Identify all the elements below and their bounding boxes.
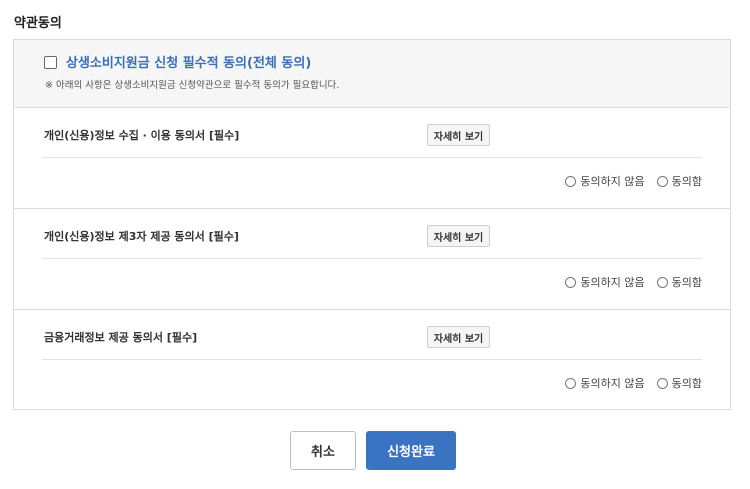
all-agree-label[interactable]: 상생소비지원금 신청 필수적 동의(전체 동의) — [66, 52, 311, 71]
agree-label: 동의함 — [671, 276, 702, 289]
disagree-label: 동의하지 않음 — [580, 175, 645, 188]
radio-circle-icon — [565, 175, 577, 187]
consent-radio-group: 동의하지 않음 동의함 — [565, 173, 702, 189]
term-item-financial: 금융거래정보 제공 동의서 [필수] 자세히 보기 동의하지 않음 동의함 — [14, 309, 730, 410]
section-title: 약관동의 — [14, 16, 62, 31]
disagree-label: 동의하지 않음 — [580, 276, 645, 289]
all-agree-panel: 상생소비지원금 신청 필수적 동의(전체 동의) ※ 아래의 사항은 상생소비지… — [14, 40, 730, 108]
term-title: 금융거래정보 제공 동의서 [필수] — [44, 331, 198, 344]
radio-circle-icon — [656, 276, 668, 288]
submit-button[interactable]: 신청완료 — [366, 431, 456, 470]
agree-label: 동의함 — [671, 175, 702, 188]
agree-label: 동의함 — [671, 377, 702, 390]
disagree-radio[interactable]: 동의하지 않음 — [565, 375, 645, 391]
view-details-button[interactable]: 자세히 보기 — [427, 326, 490, 348]
disagree-radio[interactable]: 동의하지 않음 — [565, 173, 645, 189]
radio-circle-icon — [565, 276, 577, 288]
term-item-collection: 개인(신용)정보 수집 · 이용 동의서 [필수] 자세히 보기 동의하지 않음… — [14, 107, 730, 209]
divider — [42, 157, 702, 158]
radio-circle-icon — [656, 175, 668, 187]
terms-box: 상생소비지원금 신청 필수적 동의(전체 동의) ※ 아래의 사항은 상생소비지… — [13, 39, 731, 410]
view-details-button[interactable]: 자세히 보기 — [427, 225, 490, 247]
divider — [42, 258, 702, 259]
cancel-button[interactable]: 취소 — [290, 431, 356, 470]
term-title: 개인(신용)정보 제3자 제공 동의서 [필수] — [44, 230, 239, 243]
term-title: 개인(신용)정보 수집 · 이용 동의서 [필수] — [44, 129, 240, 142]
consent-radio-group: 동의하지 않음 동의함 — [565, 375, 702, 391]
all-agree-note: ※ 아래의 사항은 상생소비지원금 신청약관으로 필수적 동의가 필요합니다. — [45, 80, 340, 91]
radio-circle-icon — [656, 377, 668, 389]
consent-radio-group: 동의하지 않음 동의함 — [565, 274, 702, 290]
radio-circle-icon — [565, 377, 577, 389]
disagree-radio[interactable]: 동의하지 않음 — [565, 274, 645, 290]
agree-radio[interactable]: 동의함 — [656, 173, 702, 189]
divider — [42, 359, 702, 360]
view-details-button[interactable]: 자세히 보기 — [427, 124, 490, 146]
disagree-label: 동의하지 않음 — [580, 377, 645, 390]
agree-radio[interactable]: 동의함 — [656, 375, 702, 391]
agree-radio[interactable]: 동의함 — [656, 274, 702, 290]
all-agree-checkbox[interactable] — [44, 56, 57, 69]
term-item-third-party: 개인(신용)정보 제3자 제공 동의서 [필수] 자세히 보기 동의하지 않음 … — [14, 208, 730, 310]
